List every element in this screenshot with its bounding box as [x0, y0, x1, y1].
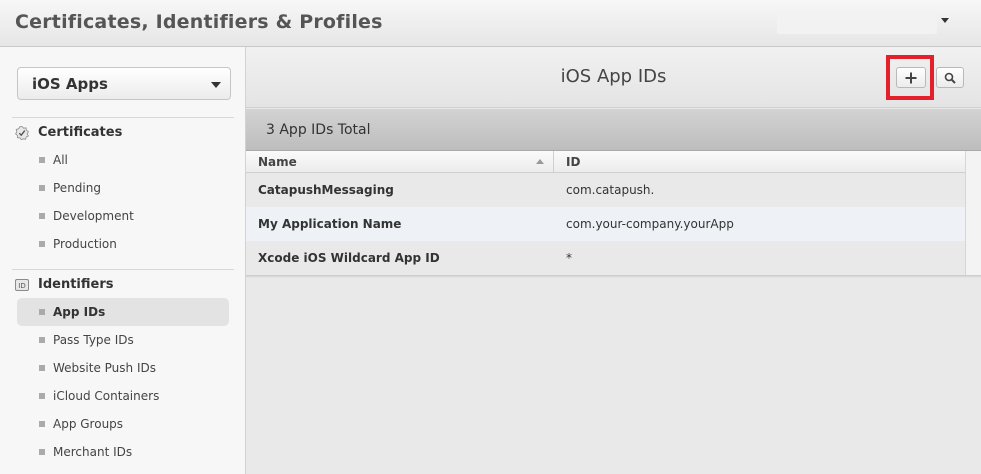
sidebar-item-pending[interactable]: Pending: [17, 174, 229, 202]
sidebar-item-production[interactable]: Production: [17, 230, 229, 258]
column-separator: [553, 151, 554, 173]
cell-id: *: [566, 251, 572, 265]
cell-name: Xcode iOS Wildcard App ID: [258, 251, 440, 265]
table-row[interactable]: Xcode iOS Wildcard App ID *: [246, 241, 965, 275]
cell-id: com.catapush.: [566, 183, 655, 197]
id-icon-text: ID: [18, 282, 25, 290]
platform-label: iOS Apps: [32, 75, 108, 93]
sidebar-item-label: Pass Type IDs: [53, 333, 134, 347]
bullet-icon: [39, 337, 45, 343]
table-row[interactable]: CatapushMessaging com.catapush.: [246, 173, 965, 207]
section-label: Certificates: [38, 125, 123, 140]
account-field[interactable]: [777, 10, 937, 34]
content-header: iOS App IDs: [246, 47, 981, 108]
app-title: Certificates, Identifiers & Profiles: [15, 11, 383, 33]
sidebar-item-all[interactable]: All: [17, 146, 229, 174]
page-title: iOS App IDs: [560, 66, 667, 87]
sidebar-item-merchant-ids[interactable]: Merchant IDs: [17, 438, 229, 466]
table-header: Name ID: [246, 151, 965, 173]
column-header-name[interactable]: Name: [258, 155, 297, 169]
bullet-icon: [39, 309, 45, 315]
bullet-icon: [39, 393, 45, 399]
id-icon: ID: [15, 278, 29, 292]
main-content: iOS App IDs 3 App IDs Total Name ID Cata…: [246, 47, 981, 474]
sidebar-item-label: All: [53, 153, 68, 167]
chevron-down-icon: [941, 18, 949, 23]
sidebar-item-development[interactable]: Development: [17, 202, 229, 230]
total-count: 3 App IDs Total: [266, 122, 371, 138]
bullet-icon: [39, 213, 45, 219]
sidebar-item-label: Production: [53, 237, 117, 251]
cell-name: CatapushMessaging: [258, 183, 394, 197]
platform-dropdown[interactable]: iOS Apps: [17, 67, 231, 100]
account-dropdown[interactable]: [777, 10, 957, 34]
sort-ascending-icon[interactable]: [536, 159, 544, 164]
section-label: Identifiers: [38, 277, 114, 292]
sidebar: iOS Apps Certificates All Pending Develo…: [0, 47, 246, 474]
table-scroll-column[interactable]: [965, 151, 981, 275]
chevron-down-icon: [211, 82, 221, 88]
column-header-id[interactable]: ID: [566, 155, 580, 169]
sidebar-item-label: Pending: [53, 181, 101, 195]
sidebar-item-pass-type-ids[interactable]: Pass Type IDs: [17, 326, 229, 354]
sidebar-item-label: App Groups: [53, 417, 124, 431]
certificate-icon: [15, 126, 29, 140]
sidebar-item-label: Development: [53, 209, 134, 223]
sidebar-item-icloud-containers[interactable]: iCloud Containers: [17, 382, 229, 410]
sidebar-item-label: iCloud Containers: [53, 389, 160, 403]
bullet-icon: [39, 241, 45, 247]
bullet-icon: [39, 449, 45, 455]
search-icon: [944, 72, 956, 84]
sidebar-item-label: Merchant IDs: [53, 445, 133, 459]
bullet-icon: [39, 157, 45, 163]
bullet-icon: [39, 421, 45, 427]
table-row[interactable]: My Application Name com.your-company.you…: [246, 207, 965, 241]
bullet-icon: [39, 185, 45, 191]
top-header: Certificates, Identifiers & Profiles: [0, 0, 981, 47]
total-bar: 3 App IDs Total: [246, 109, 981, 151]
sidebar-item-app-ids[interactable]: App IDs: [17, 298, 229, 326]
highlight-box: [886, 55, 934, 100]
sidebar-item-label: Website Push IDs: [53, 361, 156, 375]
table-shadow: [246, 275, 981, 278]
sidebar-item-label: App IDs: [53, 305, 106, 319]
sidebar-item-website-push-ids[interactable]: Website Push IDs: [17, 354, 229, 382]
search-button[interactable]: [936, 67, 964, 88]
cell-id: com.your-company.yourApp: [566, 217, 734, 231]
sidebar-item-app-groups[interactable]: App Groups: [17, 410, 229, 438]
sidebar-divider: [12, 117, 234, 118]
cell-name: My Application Name: [258, 217, 402, 231]
bullet-icon: [39, 365, 45, 371]
sidebar-divider: [12, 269, 234, 270]
